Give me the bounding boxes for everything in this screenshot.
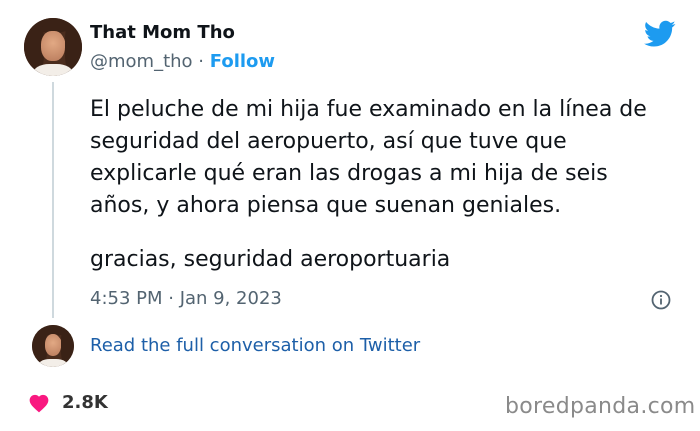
tweet-paragraph-1: El peluche de mi hija fue examinado en l… <box>90 97 647 218</box>
info-icon[interactable] <box>651 290 671 310</box>
twitter-bird-icon[interactable] <box>644 20 676 48</box>
tweet-paragraph-2: gracias, seguridad aeroportuaria <box>90 247 451 272</box>
heart-icon[interactable] <box>28 393 50 413</box>
thread-line <box>52 82 54 318</box>
read-conversation-link[interactable]: Read the full conversation on Twitter <box>90 335 420 356</box>
tweet-timestamp[interactable]: 4:53 PM · Jan 9, 2023 <box>90 288 282 309</box>
follow-button[interactable]: Follow <box>210 51 275 72</box>
reply-avatar[interactable] <box>32 325 74 367</box>
handle-row: @mom_tho · Follow <box>90 51 275 72</box>
boredpanda-watermark: boredpanda.com <box>505 394 696 419</box>
like-count: 2.8K <box>62 392 108 413</box>
tweet-text: El peluche de mi hija fue examinado en l… <box>90 94 670 276</box>
handle-separator: · <box>198 51 205 72</box>
author-avatar[interactable] <box>24 18 82 76</box>
author-handle[interactable]: @mom_tho <box>90 51 193 72</box>
author-name[interactable]: That Mom Tho <box>90 22 235 43</box>
